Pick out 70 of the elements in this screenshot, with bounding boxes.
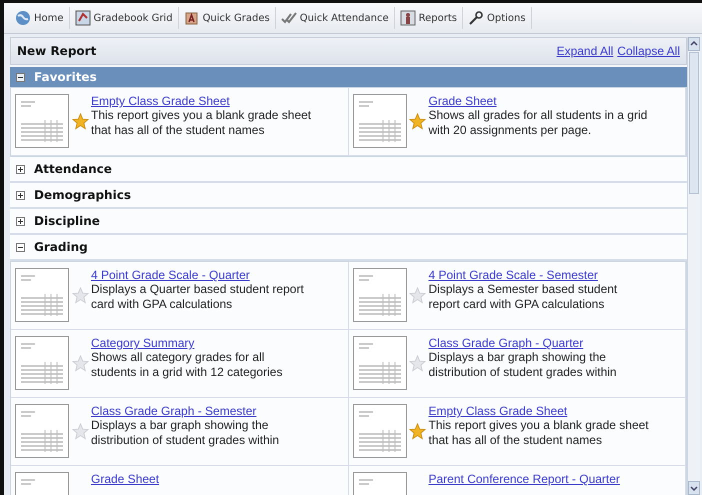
report-card[interactable]: Grade Sheet Shows all grades for all students in a grid with 20 assignments per page. [348,88,686,156]
scroll-thumb[interactable] [689,52,699,194]
letter-tile-icon [184,10,200,26]
section-header[interactable]: Demographics [10,183,687,209]
report-card[interactable]: 4 Point Grade Scale - Semester Displays a Semester based student report card with GPA calculations [348,262,686,330]
toolbar-button[interactable]: Gradebook Grid [70,7,179,29]
report-description: Displays a bar graph showing the distribution of student grades within [91,418,280,448]
person-icon [400,10,416,26]
favorite-star-icon[interactable] [72,113,88,130]
report-card[interactable]: Class Grade Graph - Semester Displays a bar graph showing the distribution of student grades within [11,398,348,466]
favorite-star-icon[interactable] [409,287,426,304]
report-thumbnail-icon [15,94,69,148]
collapse-icon[interactable] [16,72,25,82]
toolbar-button[interactable]: Quick Attendance [276,7,395,29]
expand-collapse-link[interactable]: Collapse All [617,44,680,58]
report-thumbnail-icon [15,268,69,322]
report-description: Displays a Semester based student report card with GPA calculations [428,282,618,312]
report-title-link[interactable]: Class Grade Graph - Semester [91,404,256,418]
report-title-link[interactable]: Grade Sheet [428,94,497,108]
report-thumbnail-icon [352,336,406,390]
expand-icon[interactable] [16,216,25,226]
report-card[interactable]: Empty Class Grade Sheet This report gives you a blank grade sheet that has all of the student names [348,398,686,466]
section-header[interactable]: Grading [10,235,687,261]
section-header[interactable]: Discipline [10,209,687,235]
report-description: Displays a Quarter based student report card with GPA calculations [91,282,305,312]
report-card[interactable]: Grade Sheet [11,466,348,495]
report-thumbnail-icon [352,94,406,148]
report-description: Shows all grades for all students in a grid with 20 assignments per page. [428,108,648,138]
expand-icon[interactable] [16,164,25,174]
checkmark-icon [280,10,297,26]
report-thumbnail-icon [15,336,69,390]
report-card[interactable]: Class Grade Graph - Quarter Displays a bar graph showing the distribution of student grades within [348,330,686,398]
report-title-link[interactable]: Empty Class Grade Sheet [91,94,230,108]
report-title-link[interactable]: Empty Class Grade Sheet [428,404,568,418]
toolbar-button[interactable]: Quick Grades [178,7,276,29]
report-description: This report gives you a blank grade sheet that has all of the student names [91,108,312,138]
report-title-link[interactable]: 4 Point Grade Scale - Quarter [91,268,250,282]
report-title-link[interactable]: Parent Conference Report - Quarter [428,472,620,486]
report-thumbnail-icon [352,268,406,322]
report-thumbnail-icon [15,404,69,458]
toolbar-button[interactable]: Home [10,7,70,29]
report-title-link[interactable]: Class Grade Graph - Quarter [428,336,584,350]
favorite-star-icon[interactable] [72,287,88,304]
section-header[interactable]: Attendance [10,157,687,183]
expand-collapse-link[interactable]: Expand All [556,44,614,58]
report-title-link[interactable]: Grade Sheet [91,472,160,486]
collapse-icon[interactable] [16,242,25,252]
toolbar-button[interactable]: Reports [394,7,463,29]
report-title-link[interactable]: Category Summary [91,336,194,350]
favorite-star-icon[interactable] [72,423,88,440]
report-title-link[interactable]: 4 Point Grade Scale - Semester [428,268,598,282]
page-title: New Report [17,44,96,58]
report-card[interactable]: Category Summary Shows all category grades for all students in a grid with 12 categories [11,330,348,398]
globe-icon [15,10,31,26]
report-description: This report gives you a blank grade sheet that has all of the student names [428,418,650,448]
toolbar-button[interactable]: Options [463,7,532,29]
favorite-star-icon[interactable] [409,113,426,130]
report-thumbnail-icon [352,404,406,458]
report-card[interactable]: Empty Class Grade Sheet This report gives you a blank grade sheet that has all of the student names [11,88,348,156]
favorite-star-icon[interactable] [72,355,88,372]
scroll-up-button[interactable] [688,37,700,51]
scrollbar[interactable] [687,37,700,495]
report-card[interactable]: Parent Conference Report - Quarter [348,466,686,495]
report-card[interactable]: 4 Point Grade Scale - Quarter Displays a Quarter based student report card with GPA calculations [11,262,348,330]
favorite-star-icon[interactable] [409,355,426,372]
expand-icon[interactable] [16,190,25,200]
report-description: Shows all category grades for all students in a grid with 12 categories [91,350,284,380]
scroll-down-button[interactable] [688,481,700,495]
favorite-star-icon[interactable] [409,423,426,440]
report-description: Displays a bar graph showing the distribution of student grades within [428,350,618,380]
